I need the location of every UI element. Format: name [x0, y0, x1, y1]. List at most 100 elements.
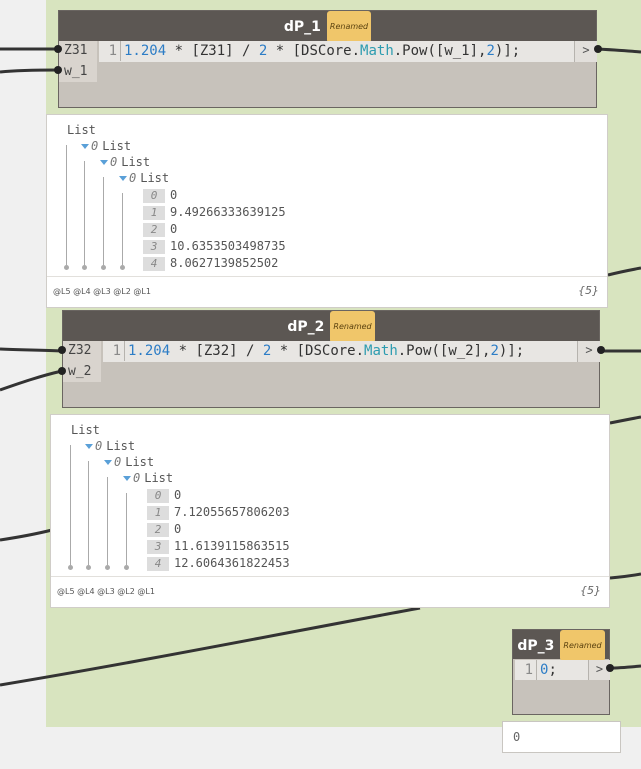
code-token: Math	[360, 43, 394, 59]
tree-guide-line	[122, 193, 123, 265]
code-token: * [Z31] /	[166, 43, 259, 59]
item-index: 4	[143, 257, 165, 271]
preview-footer: @L5 @L4 @L3 @L2 @L1 {5}	[51, 576, 609, 607]
tree-guide-dot	[64, 265, 69, 270]
list-label: List	[144, 471, 174, 485]
list-levels-label[interactable]: @L5 @L4 @L3 @L2 @L1	[57, 587, 155, 596]
input-port-z32[interactable]: Z32	[63, 341, 101, 362]
code-token: ;	[548, 662, 557, 678]
tree-guide-line	[103, 177, 104, 265]
list-label: List	[140, 171, 170, 185]
node-title: dP_1	[283, 19, 321, 35]
tree-guide-line	[88, 461, 89, 565]
code-token: .Pow([w_2],	[397, 343, 491, 359]
list-index: 0	[133, 471, 141, 485]
item-value: 0	[174, 488, 182, 502]
code-editor[interactable]: 1 1.204 * [Z31] / 2 * [DSCore.Math.Pow([w…	[99, 41, 574, 62]
input-port-w2[interactable]: w_2	[63, 362, 101, 382]
item-value: 0	[174, 522, 182, 536]
node-dp2[interactable]: dP_2 Renamed Z32 w_2 1 1.204 * [Z32] / 2 *…	[62, 310, 600, 408]
expand-triangle-icon[interactable]	[104, 460, 112, 465]
code-token: .Pow([w_1],	[393, 43, 487, 59]
item-index: 1	[143, 206, 165, 220]
wire	[597, 47, 641, 54]
list-levels-label[interactable]: @L5 @L4 @L3 @L2 @L1	[53, 287, 151, 296]
expand-triangle-icon[interactable]	[81, 144, 89, 149]
node-dp1[interactable]: dP_1 Renamed Z31 w_1 1 1.204 * [Z31] / 2 *…	[58, 10, 597, 108]
code-token: Math	[364, 343, 398, 359]
list-item: 20	[143, 222, 178, 237]
list-index: 0	[110, 155, 118, 169]
line-number: 1	[515, 660, 537, 680]
list-item: 1 9.49266333639125	[143, 205, 286, 220]
node-header[interactable]: dP_2 Renamed	[63, 311, 599, 343]
item-index: 2	[147, 523, 169, 537]
list-label: List	[121, 155, 151, 169]
item-index: 0	[143, 189, 165, 203]
input-port-z31[interactable]: Z31	[59, 41, 97, 62]
renamed-badge: Renamed	[330, 311, 375, 343]
line-number: 1	[99, 41, 121, 61]
item-value: 0	[170, 188, 178, 202]
item-index: 2	[143, 223, 165, 237]
list-level[interactable]: 0 List	[104, 455, 154, 469]
wire	[609, 664, 641, 670]
output-dot[interactable]	[606, 664, 614, 672]
watch-preview-dp2[interactable]: List 0 List 0 List 0 List 0 0 1 7.12055657806203 2 0…	[50, 414, 610, 608]
preview-footer: @L5 @L4 @L3 @L2 @L1 {5}	[47, 276, 607, 307]
input-dot[interactable]	[54, 66, 62, 74]
node-header[interactable]: dP_3 Renamed	[513, 630, 609, 661]
input-dot[interactable]	[58, 346, 66, 354]
code-token: 1.204	[124, 43, 167, 59]
tree-guide-line	[70, 445, 71, 565]
item-count: {5}	[578, 284, 599, 297]
list-item: 00	[143, 188, 178, 203]
item-value: 7.12055657806203	[174, 505, 290, 519]
expand-triangle-icon[interactable]	[123, 476, 131, 481]
tree-guide-line	[107, 477, 108, 565]
tree-guide-line	[84, 161, 85, 265]
expand-triangle-icon[interactable]	[85, 444, 93, 449]
expand-triangle-icon[interactable]	[119, 176, 127, 181]
item-value: 0	[170, 222, 178, 236]
tree-guide-dot	[105, 565, 110, 570]
item-value: 9.49266333639125	[170, 205, 286, 219]
list-level[interactable]: 0 List	[100, 155, 150, 169]
list-level[interactable]: 0 List	[85, 439, 135, 453]
list-level[interactable]: 0 List	[81, 139, 131, 153]
node-dp3[interactable]: dP_3 Renamed 1 0; >	[512, 629, 610, 715]
wire	[0, 347, 63, 353]
code-editor[interactable]: 1 0;	[515, 660, 588, 680]
wire	[609, 415, 641, 425]
wire	[0, 528, 53, 542]
node-title: dP_2	[287, 319, 325, 335]
tree-guide-dot	[120, 265, 125, 270]
node-header[interactable]: dP_1 Renamed	[59, 11, 596, 43]
input-dot[interactable]	[58, 367, 66, 375]
list-level[interactable]: 0 List	[119, 171, 169, 185]
expand-triangle-icon[interactable]	[100, 160, 108, 165]
output-dot[interactable]	[594, 45, 602, 53]
item-value: 12.6064361822453	[174, 556, 290, 570]
output-port[interactable]: >	[574, 41, 597, 62]
renamed-badge: Renamed	[326, 11, 372, 43]
list-index: 0	[129, 171, 137, 185]
input-port-w1[interactable]: w_1	[59, 62, 97, 82]
tree-guide-dot	[124, 565, 129, 570]
node-title: dP_3	[517, 637, 555, 654]
item-value: 10.6353503498735	[170, 239, 286, 253]
list-item: 4 8.0627139852502	[143, 256, 278, 271]
list-root-label: List	[67, 123, 96, 137]
wire	[607, 266, 641, 277]
code-editor[interactable]: 1 1.204 * [Z32] / 2 * [DSCore.Math.Pow([w…	[103, 341, 577, 362]
output-dot[interactable]	[597, 346, 605, 354]
watch-preview-dp1[interactable]: List 0 List 0 List 0 List 0 0 1 9.49266333639125 2 0…	[46, 114, 608, 308]
tree-guide-dot	[101, 265, 106, 270]
input-dot[interactable]	[54, 45, 62, 53]
item-index: 3	[143, 240, 165, 254]
list-level[interactable]: 0 List	[123, 471, 173, 485]
code-token: 1.204	[128, 343, 171, 359]
code-token: )];	[498, 343, 525, 359]
wire	[0, 68, 59, 74]
item-value: 11.6139115863515	[174, 539, 290, 553]
